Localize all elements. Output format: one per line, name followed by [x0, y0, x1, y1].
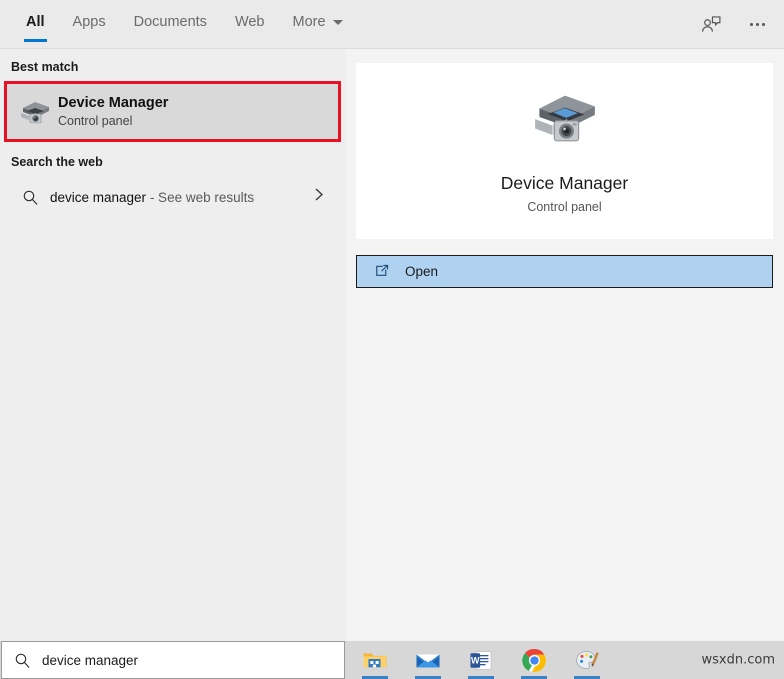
device-manager-icon: [528, 85, 602, 154]
taskbar-item-file-explorer[interactable]: [356, 641, 394, 679]
app-preview-card: Device Manager Control panel: [356, 63, 773, 239]
tab-more[interactable]: More: [279, 0, 357, 49]
web-result-label: device manager - See web results: [50, 190, 254, 205]
preview-subtitle: Control panel: [527, 200, 602, 214]
taskbar-icon-list: W: [356, 641, 606, 679]
ellipsis-icon[interactable]: [740, 8, 774, 42]
tab-apps-label: Apps: [72, 14, 106, 30]
tab-documents[interactable]: Documents: [120, 0, 221, 49]
open-button[interactable]: Open: [356, 255, 773, 288]
web-result-query: device manager: [50, 189, 147, 205]
taskbar: device manager W wsxdn.com: [0, 641, 784, 679]
search-icon: [2, 652, 42, 669]
paint-icon: [575, 650, 599, 669]
watermark-text: wsxdn.com: [701, 652, 776, 668]
ellipsis-dots: [749, 23, 765, 26]
open-button-label: Open: [405, 264, 439, 279]
result-item-subtitle: Control panel: [58, 113, 133, 128]
taskbar-item-word[interactable]: W: [462, 641, 500, 679]
tab-all-label: All: [26, 14, 45, 30]
web-search-result-item[interactable]: device manager - See web results: [6, 177, 339, 217]
open-external-icon: [357, 263, 405, 280]
search-icon: [10, 189, 50, 206]
results-list-panel: Best match Device Manager Control panel …: [0, 49, 346, 641]
device-manager-icon: [12, 97, 58, 127]
taskbar-item-mail[interactable]: [409, 641, 447, 679]
chrome-icon: [521, 648, 546, 672]
mail-icon: [416, 654, 440, 668]
feedback-person-icon[interactable]: [694, 8, 728, 42]
result-item-title: Device Manager: [58, 94, 169, 111]
result-item-device-manager[interactable]: Device Manager Control panel: [6, 83, 339, 140]
word-icon: W: [470, 650, 492, 670]
search-filter-tabs: All Apps Documents Web More: [12, 0, 357, 49]
tab-web[interactable]: Web: [221, 0, 279, 49]
web-result-suffix: - See web results: [146, 189, 255, 205]
tab-web-label: Web: [234, 14, 265, 30]
best-match-heading: Best match: [11, 60, 79, 74]
tab-apps[interactable]: Apps: [59, 0, 120, 49]
search-header: All Apps Documents Web More: [0, 0, 784, 49]
windows-search-panel: All Apps Documents Web More Best match D…: [0, 0, 784, 679]
file-explorer-icon: [363, 653, 387, 668]
result-item-text: Device Manager Control panel: [58, 94, 168, 130]
chevron-down-icon: [332, 20, 343, 25]
tab-all[interactable]: All: [12, 0, 59, 49]
tab-documents-label: Documents: [133, 14, 207, 30]
search-input[interactable]: device manager: [1, 641, 345, 679]
taskbar-item-paint[interactable]: [568, 641, 606, 679]
taskbar-item-chrome[interactable]: [515, 641, 553, 679]
search-the-web-heading: Search the web: [11, 155, 103, 169]
preview-title: Device Manager: [500, 173, 629, 193]
svg-text:W: W: [471, 655, 480, 665]
preview-pane: Device Manager Control panel Open: [346, 49, 784, 641]
tab-more-label: More: [292, 14, 326, 30]
chevron-right-icon[interactable]: [312, 187, 325, 208]
search-input-value[interactable]: device manager: [42, 653, 344, 668]
header-actions: [694, 0, 774, 49]
